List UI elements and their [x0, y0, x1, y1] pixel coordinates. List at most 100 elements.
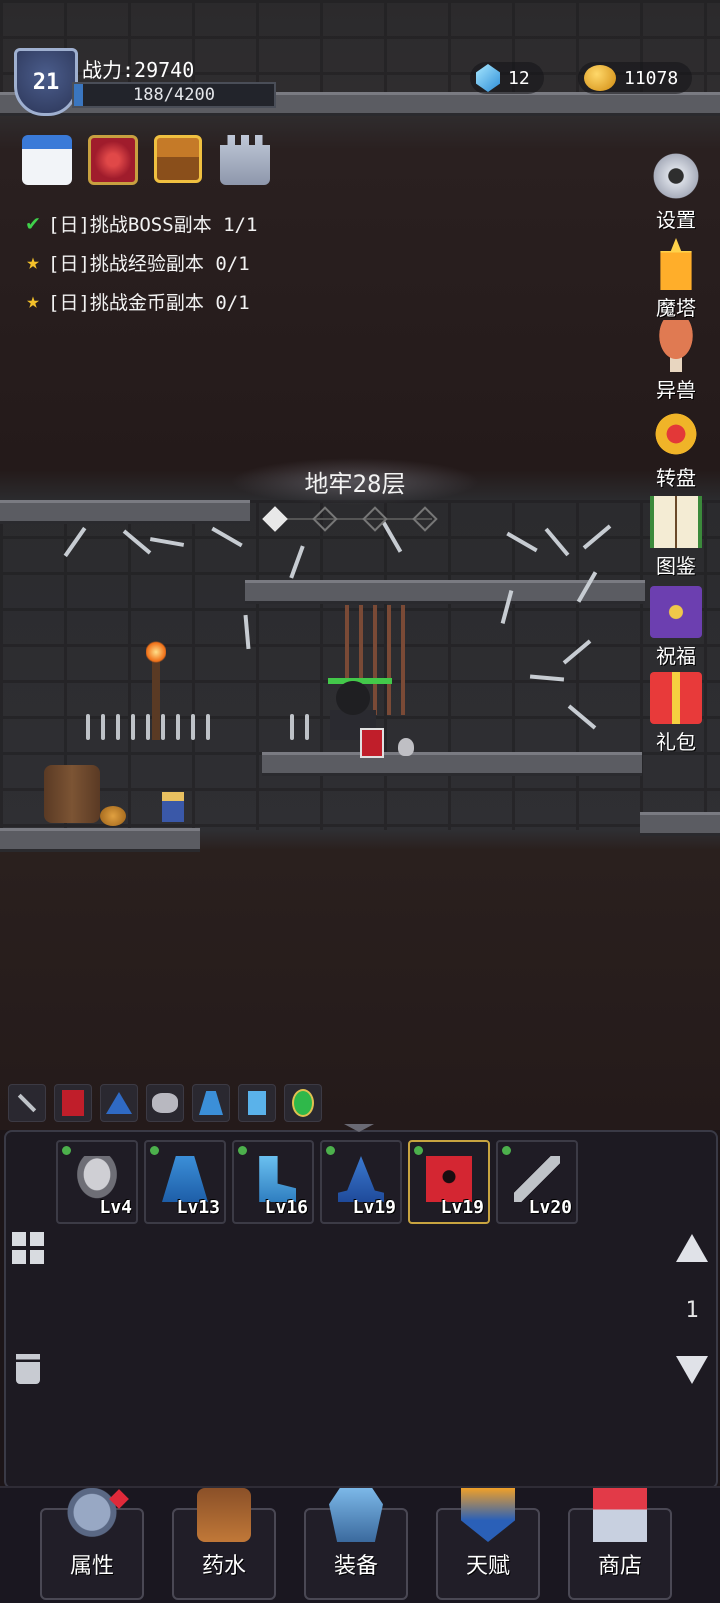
coin-pile [100, 806, 126, 826]
spike [86, 714, 90, 740]
robe-icon[interactable] [192, 1084, 230, 1122]
grid-view-icon[interactable] [12, 1232, 44, 1264]
torch-flame [146, 640, 166, 664]
right-ledge [640, 812, 720, 836]
stage-line [272, 518, 432, 520]
sword-icon[interactable] [8, 1084, 46, 1122]
trash-icon[interactable] [16, 1354, 40, 1384]
stage-dot [412, 506, 438, 532]
star-icon: ★ [26, 289, 40, 314]
skull-tome-icon[interactable] [54, 1084, 92, 1122]
ring-icon[interactable] [284, 1084, 322, 1122]
nav-label: 属性 [69, 1554, 114, 1579]
quest-item[interactable]: ★ [日]挑战经验副本 0/1 [22, 249, 250, 276]
shop-icon [593, 1488, 647, 1542]
nav-potions[interactable]: 药水 [172, 1488, 276, 1600]
main-platform [262, 752, 642, 776]
robe-icon [162, 1156, 208, 1202]
nav-talents[interactable]: 天赋 [436, 1488, 540, 1600]
armor-icon[interactable] [146, 1084, 184, 1122]
gold-count: 11078 [624, 67, 679, 89]
stage-dot [362, 506, 388, 532]
quest-text: [日]挑战金币副本 0/1 [48, 292, 250, 314]
checkmark-icon: ✔ [26, 211, 40, 236]
side-menu-wheel[interactable]: 转盘 [636, 408, 716, 491]
side-menu-codex[interactable]: 图鉴 [636, 496, 716, 579]
talent-shield-icon [461, 1488, 515, 1542]
magic-book-icon[interactable] [88, 135, 138, 185]
side-menu-gift[interactable]: 礼包 [636, 672, 716, 755]
new-indicator [238, 1146, 247, 1155]
star-icon: ★ [26, 250, 40, 275]
side-menu-label: 祝福 [656, 644, 696, 668]
item-level: Lv20 [528, 1197, 572, 1218]
lower-ledge [0, 828, 200, 852]
hat-icon[interactable] [100, 1084, 138, 1122]
quest-item[interactable]: ★ [日]挑战金币副本 0/1 [22, 288, 250, 315]
nav-equipment[interactable]: 装备 [304, 1488, 408, 1600]
calendar-icon[interactable] [22, 135, 72, 185]
hat-icon [338, 1156, 384, 1202]
blessing-icon [650, 586, 702, 638]
side-menu-beasts[interactable]: 异兽 [636, 320, 716, 403]
tower-icon [660, 238, 692, 290]
inventory-slot[interactable]: Lv19 [320, 1140, 402, 1224]
nav-attributes[interactable]: 属性 [40, 1488, 144, 1600]
skull-tome-icon [426, 1156, 472, 1202]
sword-icon [514, 1156, 560, 1202]
nav-shop[interactable]: 商店 [568, 1488, 672, 1600]
gold-coin-icon [584, 65, 616, 91]
spike [101, 714, 105, 740]
gem-icon [476, 64, 500, 92]
gem-count: 12 [508, 67, 530, 89]
gift-icon [650, 672, 702, 724]
combat-power: 战力:29740 [82, 58, 195, 82]
side-menu-tower[interactable]: 魔塔 [636, 238, 716, 321]
spike [116, 714, 120, 740]
side-menu-settings[interactable]: 设置 [636, 150, 716, 233]
side-menu-blessing[interactable]: 祝福 [636, 586, 716, 669]
torch [152, 660, 160, 740]
gold-counter[interactable]: 11078 [578, 62, 693, 94]
nav-label: 药水 [201, 1554, 246, 1579]
upper-ledge-left [0, 500, 250, 524]
gem-counter[interactable]: 12 [470, 62, 544, 94]
page-number: 1 [685, 1298, 699, 1323]
spike [191, 714, 195, 740]
equipped-strip [8, 1084, 322, 1122]
inventory-slot[interactable]: Lv13 [144, 1140, 226, 1224]
potion-bag-icon [197, 1488, 251, 1542]
stage-progress [262, 506, 442, 532]
spike [161, 714, 165, 740]
page-down-icon[interactable] [676, 1356, 708, 1384]
item-level: Lv13 [176, 1197, 220, 1218]
quest-item[interactable]: ✔ [日]挑战BOSS副本 1/1 [22, 210, 257, 237]
treasure-chest-icon[interactable] [154, 135, 202, 183]
chest-armor-icon [329, 1488, 383, 1542]
spike [146, 714, 150, 740]
quest-text: [日]挑战经验副本 0/1 [48, 253, 250, 275]
castle-icon[interactable] [220, 135, 270, 185]
loot-bag[interactable] [398, 738, 414, 756]
new-indicator [502, 1146, 511, 1155]
npc-character[interactable] [162, 792, 184, 822]
spike [131, 714, 135, 740]
xp-bar: 188/4200 [72, 82, 276, 108]
gear-icon [650, 150, 702, 202]
new-indicator [150, 1146, 159, 1155]
inventory-slot-selected[interactable]: Lv19 [408, 1140, 490, 1224]
boots-icon [259, 1156, 296, 1202]
inventory-slot[interactable]: Lv20 [496, 1140, 578, 1224]
side-menu-label: 转盘 [656, 466, 696, 490]
mushroom-icon [650, 320, 702, 372]
page-up-icon[interactable] [676, 1234, 708, 1262]
stage-dot [262, 506, 288, 532]
spike [176, 714, 180, 740]
side-menu-label: 图鉴 [656, 554, 696, 578]
inventory-slot[interactable]: Lv16 [232, 1140, 314, 1224]
inventory-slot[interactable]: Lv4 [56, 1140, 138, 1224]
player-level-badge[interactable]: 21 [14, 48, 78, 116]
side-menu-label: 礼包 [656, 730, 696, 754]
boots-icon[interactable] [238, 1084, 276, 1122]
side-menu-label: 异兽 [656, 378, 696, 402]
